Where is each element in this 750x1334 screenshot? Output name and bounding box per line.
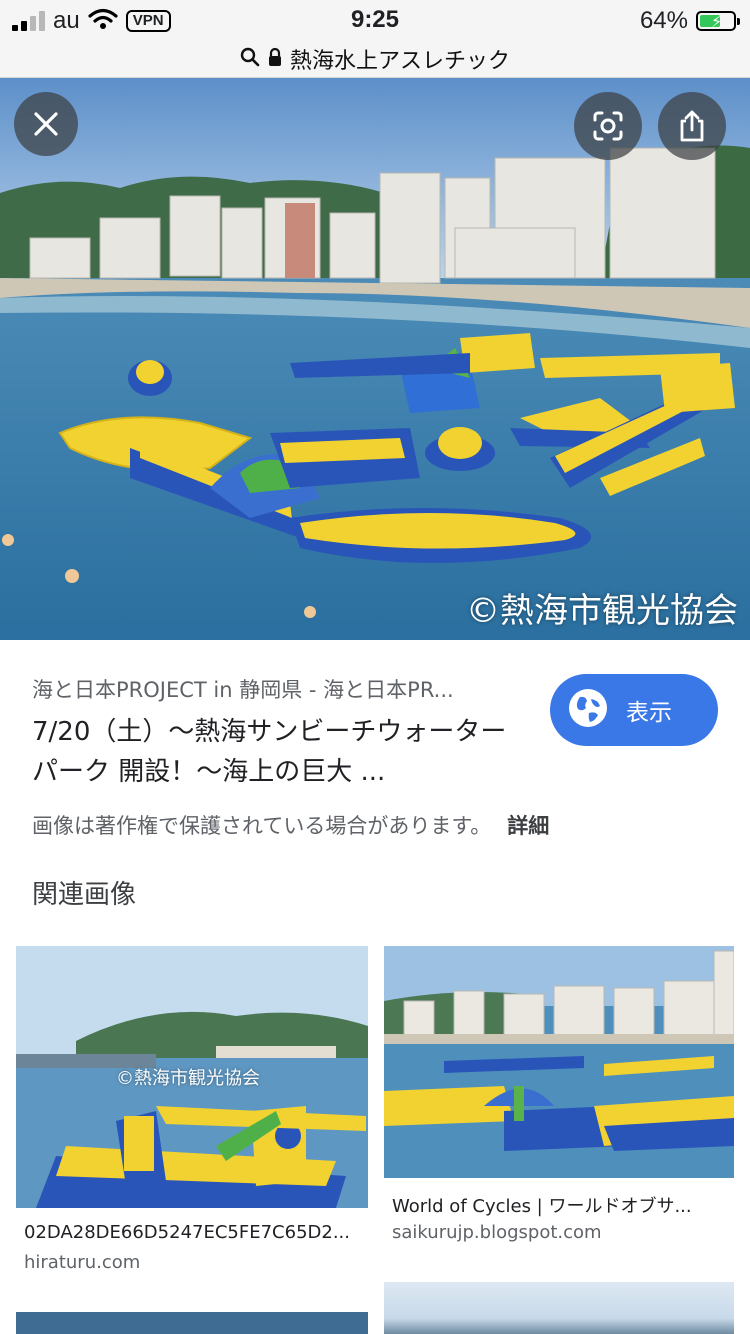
lens-icon [592,110,624,142]
address-bar[interactable]: 熱海水上アスレチック [0,40,750,78]
status-right: 64% ⚡ [639,6,740,36]
search-icon [240,47,260,71]
view-button[interactable]: 表示 [550,674,718,746]
url-text: 熱海水上アスレチック [289,48,510,74]
related-thumbnail [16,1312,368,1334]
share-button[interactable] [658,92,726,160]
related-card[interactable] [16,1312,368,1334]
close-icon [33,111,59,137]
related-domain: hiraturu.com [24,1252,141,1273]
related-caption: World of Cycles | ワールドオブサ... [392,1196,692,1217]
lock-icon [268,47,282,71]
water-park-photo [0,78,750,640]
share-icon [677,109,707,143]
preview-image[interactable]: ©熱海市観光協会 [0,78,750,640]
related-card[interactable]: ©熱海市観光協会 02DA28DE66D5247EC5FE7C65D2... h… [16,946,368,1286]
view-button-label: 表示 [626,700,672,726]
copyright-notice: 画像は著作権で保護されている場合があります。 詳細 [32,810,549,840]
related-card[interactable]: World of Cycles | ワールドオブサ... saikurujp.b… [384,946,734,1256]
status-bar: au VPN 9:25 64% ⚡ [0,0,750,40]
related-thumbnail [384,1282,734,1334]
globe-icon [568,688,608,732]
related-heading: 関連画像 [32,880,137,910]
related-watermark: ©熱海市観光協会 [116,1068,260,1089]
related-domain: saikurujp.blogspot.com [392,1222,602,1243]
copyright-text: 画像は著作権で保護されている場合があります。 [32,814,492,838]
battery-percent: 64% [639,7,688,34]
result-title[interactable]: 7/20（土）〜熱海サンビーチウォーターパーク 開設！〜海上の巨大 ... [32,712,532,792]
close-button[interactable] [14,92,78,156]
related-caption: 02DA28DE66D5247EC5FE7C65D2... [24,1222,350,1243]
related-thumbnail [384,946,734,1178]
related-card[interactable] [384,1282,734,1334]
source-site[interactable]: 海と日本PROJECT in 静岡県 - 海と日本PR... [32,674,522,704]
clock: 9:25 [350,6,400,33]
lens-button[interactable] [574,92,642,160]
battery-icon: ⚡ [696,11,740,31]
detail-link[interactable]: 詳細 [507,814,549,838]
image-watermark: ©熱海市観光協会 [466,591,738,631]
related-thumbnail: ©熱海市観光協会 [16,946,368,1208]
